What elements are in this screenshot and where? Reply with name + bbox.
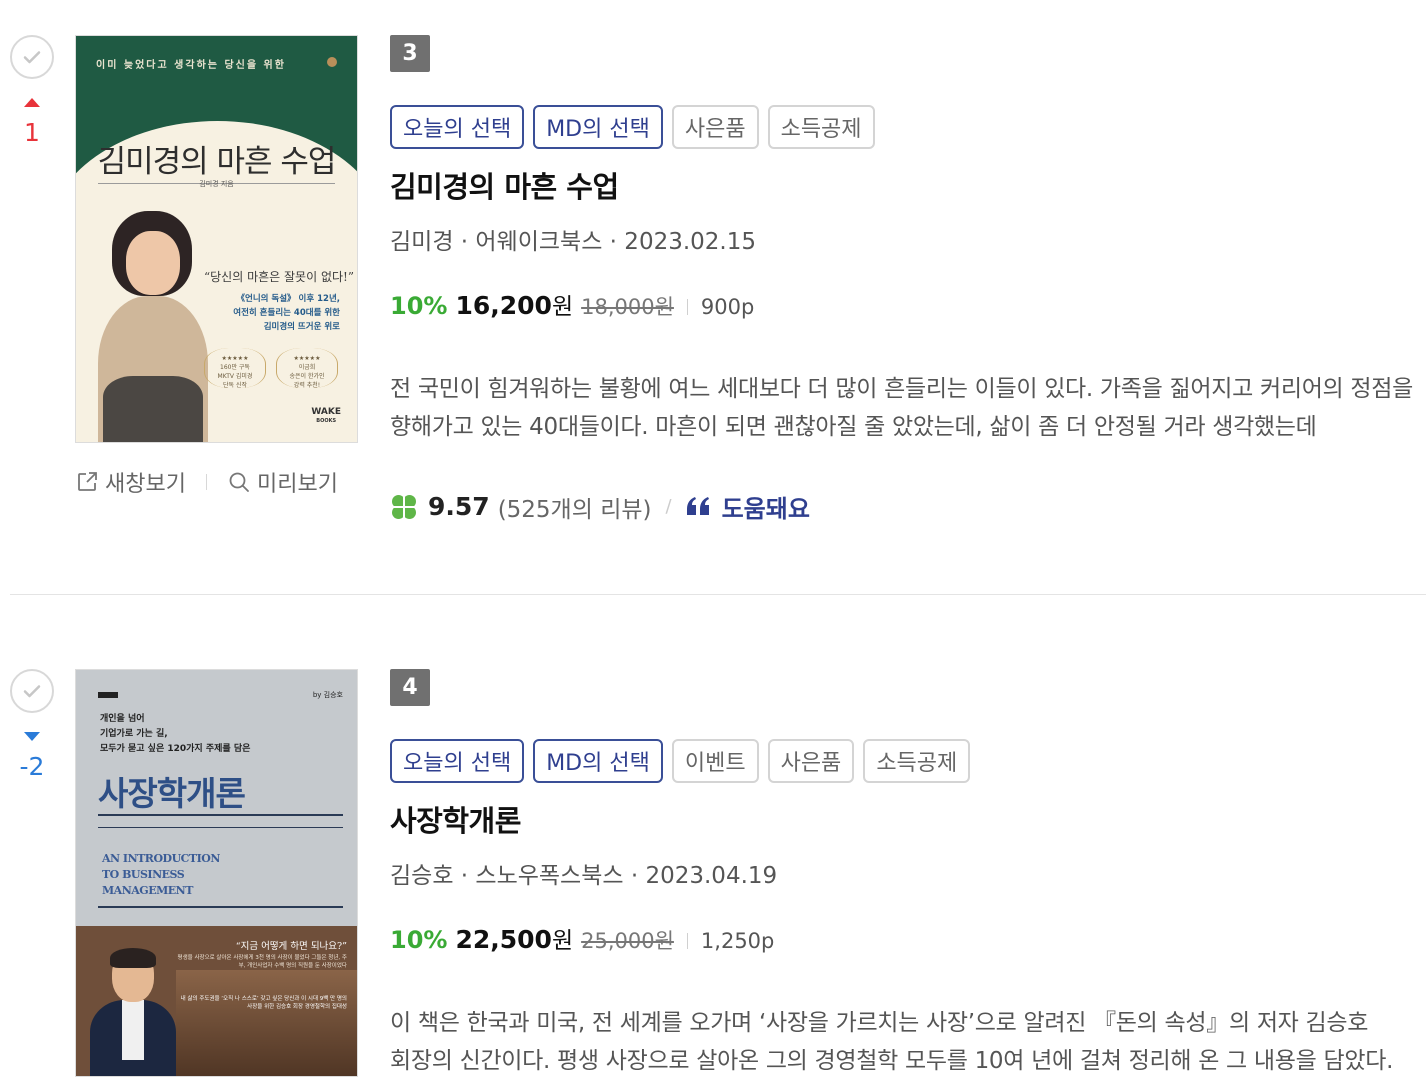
price-row: 10% 22,500 원 25,000원 1,250p	[390, 923, 1420, 958]
book-description: 전 국민이 힘겨워하는 불황에 여느 세대보다 더 많이 흔들리는 이들이 있다…	[390, 376, 1414, 440]
external-link-icon	[78, 472, 97, 491]
rank-change: 1	[24, 118, 40, 147]
cover-title: 사장학개론	[98, 774, 246, 813]
rank-number: 3	[390, 35, 430, 72]
check-icon	[23, 685, 41, 698]
preview-button[interactable]: 미리보기	[227, 466, 338, 498]
check-icon	[23, 51, 41, 64]
search-icon	[229, 472, 249, 492]
original-price: 18,000원	[581, 295, 674, 319]
book-info: 3 오늘의 선택 MD의 선택 사은품 소득공제 김미경의 마흔 수업 김미경 …	[390, 35, 1420, 524]
book-list-item: 1 이미 늦었다고 생각하는 당신을 위한 김미경의 마흔 수업 김미경 지음 …	[0, 0, 1426, 595]
tag-tax-deduction[interactable]: 소득공제	[767, 105, 875, 149]
discount-rate: 10%	[390, 292, 448, 320]
tag-gift[interactable]: 사은품	[767, 739, 855, 783]
tag-list: 오늘의 선택 MD의 선택 사은품 소득공제	[390, 105, 1420, 149]
tag-tax-deduction[interactable]: 소득공제	[863, 739, 971, 783]
tag-todays-pick[interactable]: 오늘의 선택	[390, 739, 525, 783]
cover-quote-sub: 평생을 사장으로 살아온 사장에게 3천 명의 사장이 물었다 그들은 청년, …	[177, 955, 347, 969]
price-unit: 원	[551, 928, 574, 954]
cover-subtext: 《언니의 독설》 이후 12년, 여전히 흔들리는 40대를 위한 김미경의 뜨…	[233, 294, 340, 332]
book-list-item: -2 by 김승호 개인을 넘어 기업가로 가는 길, 모두가 묻고 싶은 12…	[0, 634, 1426, 1092]
original-price: 25,000원	[581, 929, 674, 953]
tag-event[interactable]: 이벤트	[671, 739, 759, 783]
rank-change: -2	[19, 752, 45, 781]
cover-quote-sub: 내 삶의 주도권을 ‘오직 나 스스로’ 갖고 싶은 당신과 이 시대 9백 만…	[180, 996, 347, 1010]
cover-english-title: AN INTRODUCTION TO BUSINESS MANAGEMENT	[102, 852, 220, 897]
rank-up-arrow-icon	[24, 98, 40, 107]
book-info: 4 오늘의 선택 MD의 선택 이벤트 사은품 소득공제 사장학개론 김승호 ·…	[390, 669, 1420, 1080]
discount-rate: 10%	[390, 926, 448, 954]
cover-publisher-logo: WAKE BOOKS	[311, 407, 341, 425]
helpful-button[interactable]: 도움돼요	[686, 489, 810, 524]
book-meta: 김미경 · 어웨이크북스 · 2023.02.15	[390, 229, 756, 255]
cover-author: by 김승호	[312, 691, 343, 699]
cover-top-text: 이미 늦었다고 생각하는 당신을 위한	[96, 60, 286, 71]
tag-list: 오늘의 선택 MD의 선택 이벤트 사은품 소득공제	[390, 739, 1420, 783]
book-title[interactable]: 사장학개론	[390, 803, 1420, 839]
book-cover-image[interactable]: 이미 늦었다고 생각하는 당신을 위한 김미경의 마흔 수업 김미경 지음 “당…	[75, 35, 358, 443]
item-divider	[10, 594, 1426, 595]
reward-points: 1,250p	[700, 929, 775, 953]
preview-label: 미리보기	[256, 472, 338, 497]
review-count[interactable]: (525개의 리뷰)	[498, 490, 652, 524]
helpful-label: 도움돼요	[721, 495, 810, 523]
select-checkbox[interactable]	[10, 35, 54, 79]
price-unit: 원	[551, 294, 574, 320]
cover-intro: 개인을 넘어 기업가로 가는 길, 모두가 묻고 싶은 120가지 주제를 담은	[100, 714, 251, 754]
cover-author: 김미경 지음	[199, 180, 234, 188]
sale-price: 16,200	[455, 291, 552, 320]
sale-price: 22,500	[455, 925, 552, 954]
cover-badge: ★★★★★ 이금희 송은이 한가인 강력 추천!	[276, 348, 338, 389]
select-checkbox[interactable]	[10, 669, 54, 713]
new-window-label: 새창보기	[105, 472, 186, 497]
rank-down-arrow-icon	[24, 732, 40, 741]
new-window-button[interactable]: 새창보기	[75, 466, 186, 498]
reward-points: 900p	[700, 295, 755, 319]
cover-author-photo	[98, 211, 208, 442]
book-title[interactable]: 김미경의 마흔 수업	[390, 169, 1420, 205]
tag-md-pick[interactable]: MD의 선택	[533, 105, 663, 149]
clover-icon	[390, 492, 418, 521]
cover-quote: “당신의 마흔은 잘못이 없다!”	[204, 270, 354, 284]
book-cover-image[interactable]: by 김승호 개인을 넘어 기업가로 가는 길, 모두가 묻고 싶은 120가지…	[75, 669, 358, 1077]
book-meta: 김승호 · 스노우폭스북스 · 2023.04.19	[390, 863, 778, 889]
tag-md-pick[interactable]: MD의 선택	[533, 739, 663, 783]
cover-badge: ★★★★★ 160만 구독 MKTV 김미경 단독 신작	[204, 348, 266, 389]
rating-row: 9.57 (525개의 리뷰) / 도움돼요	[390, 489, 1420, 524]
rank-number: 4	[390, 669, 430, 706]
cover-title: 김미경의 마흔 수업	[97, 144, 337, 180]
book-actions: 새창보기 미리보기	[75, 466, 358, 498]
price-row: 10% 16,200 원 18,000원 900p	[390, 289, 1420, 324]
book-description: 이 책은 한국과 미국, 전 세계를 오가며 ‘사장을 가르치는 사장’으로 알…	[390, 1010, 1394, 1074]
rating-score: 9.57	[428, 492, 490, 521]
cover-audience-photo	[176, 970, 357, 1076]
tag-todays-pick[interactable]: 오늘의 선택	[390, 105, 525, 149]
cover-author-photo	[90, 948, 176, 1076]
tag-gift[interactable]: 사은품	[671, 105, 759, 149]
quote-icon	[686, 496, 709, 515]
cover-quote: “지금 어떻게 하면 되나요?”	[235, 941, 347, 952]
